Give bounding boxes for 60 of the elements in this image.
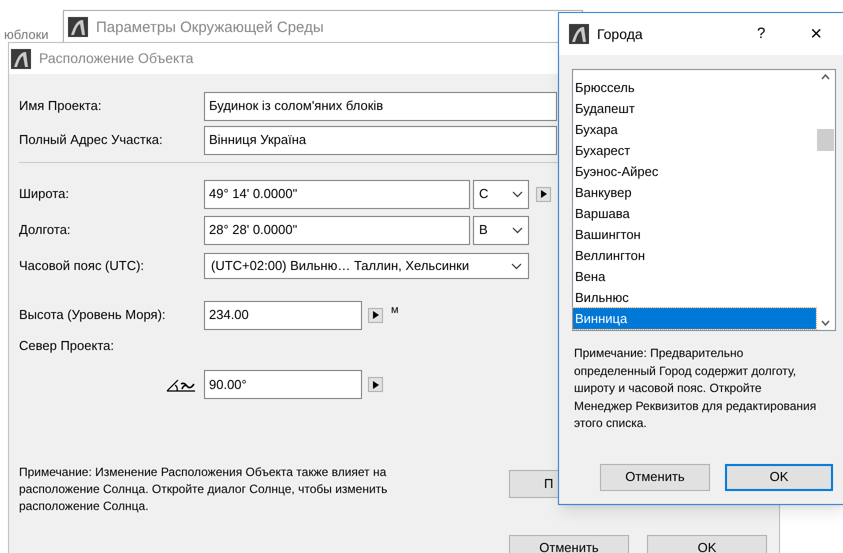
dialog-button[interactable]: OK [647, 534, 767, 553]
chevron-down-icon [512, 190, 523, 198]
dropdown-value: С [479, 185, 488, 204]
chevron-down-icon [511, 262, 522, 270]
field-label: Север Проекта: [19, 337, 114, 355]
city-item[interactable]: Вена [573, 266, 816, 287]
angle-icon [166, 378, 196, 392]
arrow-button[interactable] [536, 186, 551, 202]
dialog-button[interactable]: OK [725, 464, 833, 490]
help-button[interactable]: ? [756, 22, 766, 46]
text-field[interactable]: 49° 14' 0.0000" [204, 180, 470, 208]
city-item[interactable]: Вашингтон [573, 224, 816, 245]
window-title: Города [597, 24, 643, 44]
field-label: Высота (Уровень Моря): [19, 306, 167, 324]
text-field[interactable]: 28° 28' 0.0000" [204, 216, 470, 244]
city-item[interactable]: Брюссель [573, 77, 816, 98]
note-text: Примечание: Изменение Расположения Объекта также влияет на расположение Солнца. Откройте диалог Солнце, чтобы изменить расположение Солнца. [19, 464, 388, 514]
text-field[interactable]: 234.00 [204, 300, 362, 330]
direction-dropdown[interactable]: С [473, 180, 529, 208]
close-button[interactable]: × [810, 19, 822, 49]
arrow-button[interactable] [368, 308, 383, 322]
timezone-dropdown[interactable]: (UTC+02:00) Вильню… Таллин, Хельсинки [204, 253, 529, 279]
city-item[interactable]: Винница [573, 308, 816, 329]
field-label: Часовой пояс (UTC): [19, 257, 146, 276]
play-icon [540, 190, 546, 198]
city-item[interactable]: Вильнюс [573, 287, 816, 308]
city-item[interactable]: Бухарест [573, 140, 816, 161]
unit-label: м [391, 303, 399, 318]
scroll-down-icon [821, 320, 830, 326]
dialog-button[interactable]: Отменить [600, 464, 710, 490]
text-field[interactable]: 90.00° [204, 370, 362, 399]
field-label: Имя Проекта: [19, 97, 102, 116]
city-item[interactable]: Варшава [573, 203, 816, 224]
app-logo-icon [569, 24, 589, 44]
note-text: Примечание: Предварительно определенный Город содержит долготу, широту и часовой пояс. Откройте Менеджер Реквизитов для редактирования этого списка. [574, 345, 818, 432]
chevron-down-icon [512, 226, 523, 234]
city-item[interactable]: Будапешт [573, 98, 816, 119]
window-title: Параметры Окружающей Среды [96, 18, 324, 38]
text-field[interactable]: Будинок із солом'яних блоків [204, 92, 557, 120]
text-field[interactable]: Вінниця Україна [204, 126, 557, 154]
play-icon [372, 380, 378, 388]
city-item[interactable]: Ванкувер [573, 182, 816, 203]
dropdown-value: (UTC+02:00) Вильню… Таллин, Хельсинки [211, 257, 470, 276]
city-item[interactable]: Веллингтон [573, 245, 816, 266]
scroll-thumb[interactable] [817, 129, 834, 151]
scroll-up-icon [821, 74, 830, 80]
field-label: Долгота: [19, 221, 72, 240]
background-text: юблоки [4, 28, 49, 41]
field-label: Широта: [19, 185, 70, 204]
direction-dropdown[interactable]: В [473, 216, 529, 244]
play-icon [372, 311, 378, 319]
arrow-button[interactable] [368, 377, 383, 392]
city-item[interactable]: Бухара [573, 119, 816, 140]
app-logo-icon [11, 48, 31, 68]
app-logo-icon [68, 17, 88, 37]
field-label: Полный Адрес Участка: [19, 131, 164, 150]
city-item[interactable]: Буэнос-Айрес [573, 161, 816, 182]
dropdown-value: В [479, 221, 488, 240]
dialog-button[interactable]: Отменить [509, 534, 629, 553]
window-title: Расположение Объекта [39, 49, 194, 68]
